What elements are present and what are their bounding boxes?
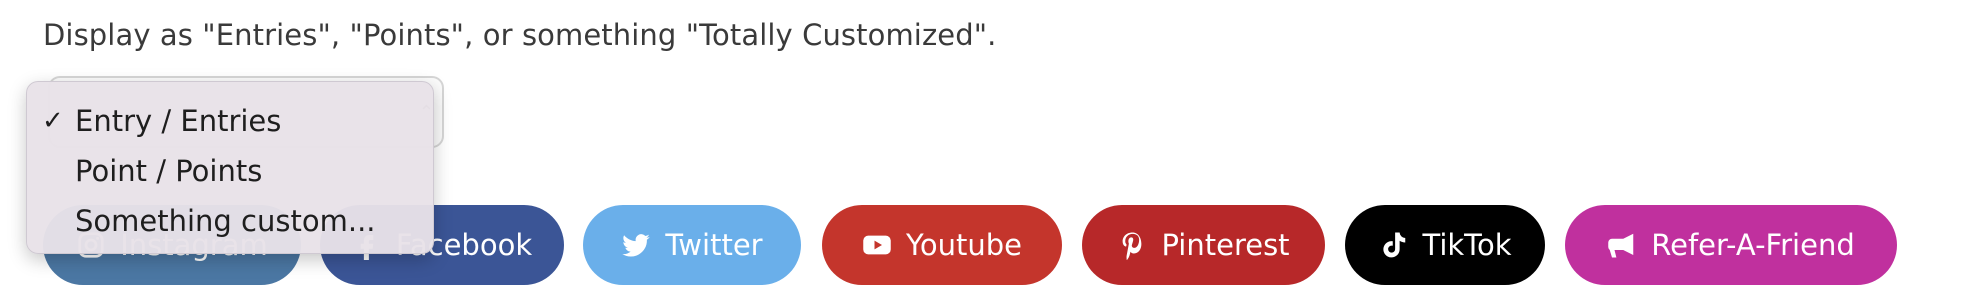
- twitter-label: Twitter: [665, 228, 763, 262]
- menu-item-label: Entry / Entries: [75, 104, 282, 138]
- menu-item-label: Something custom...: [75, 204, 376, 238]
- menu-item-label: Point / Points: [75, 154, 263, 188]
- pinterest-button[interactable]: Pinterest: [1082, 205, 1325, 285]
- tiktok-icon: [1379, 230, 1409, 260]
- refer-a-friend-label: Refer-A-Friend: [1651, 228, 1855, 262]
- twitter-icon: [621, 230, 651, 260]
- pinterest-icon: [1117, 230, 1147, 260]
- pinterest-label: Pinterest: [1161, 228, 1290, 262]
- tiktok-label: TikTok: [1422, 228, 1512, 262]
- tiktok-button[interactable]: TikTok: [1345, 205, 1545, 285]
- youtube-button[interactable]: Youtube: [822, 205, 1062, 285]
- youtube-icon: [862, 230, 892, 260]
- display-type-dropdown-menu: ✓ Entry / Entries Point / Points Somethi…: [26, 81, 434, 254]
- checkmark-icon: ✓: [42, 106, 64, 136]
- menu-item-custom[interactable]: Something custom...: [27, 196, 433, 246]
- twitter-button[interactable]: Twitter: [583, 205, 801, 285]
- megaphone-icon: [1607, 230, 1637, 260]
- description-text: Display as "Entries", "Points", or somet…: [43, 18, 997, 52]
- menu-item-points[interactable]: Point / Points: [27, 146, 433, 196]
- refer-a-friend-button[interactable]: Refer-A-Friend: [1565, 205, 1897, 285]
- menu-item-entries[interactable]: ✓ Entry / Entries: [27, 96, 433, 146]
- youtube-label: Youtube: [906, 228, 1022, 262]
